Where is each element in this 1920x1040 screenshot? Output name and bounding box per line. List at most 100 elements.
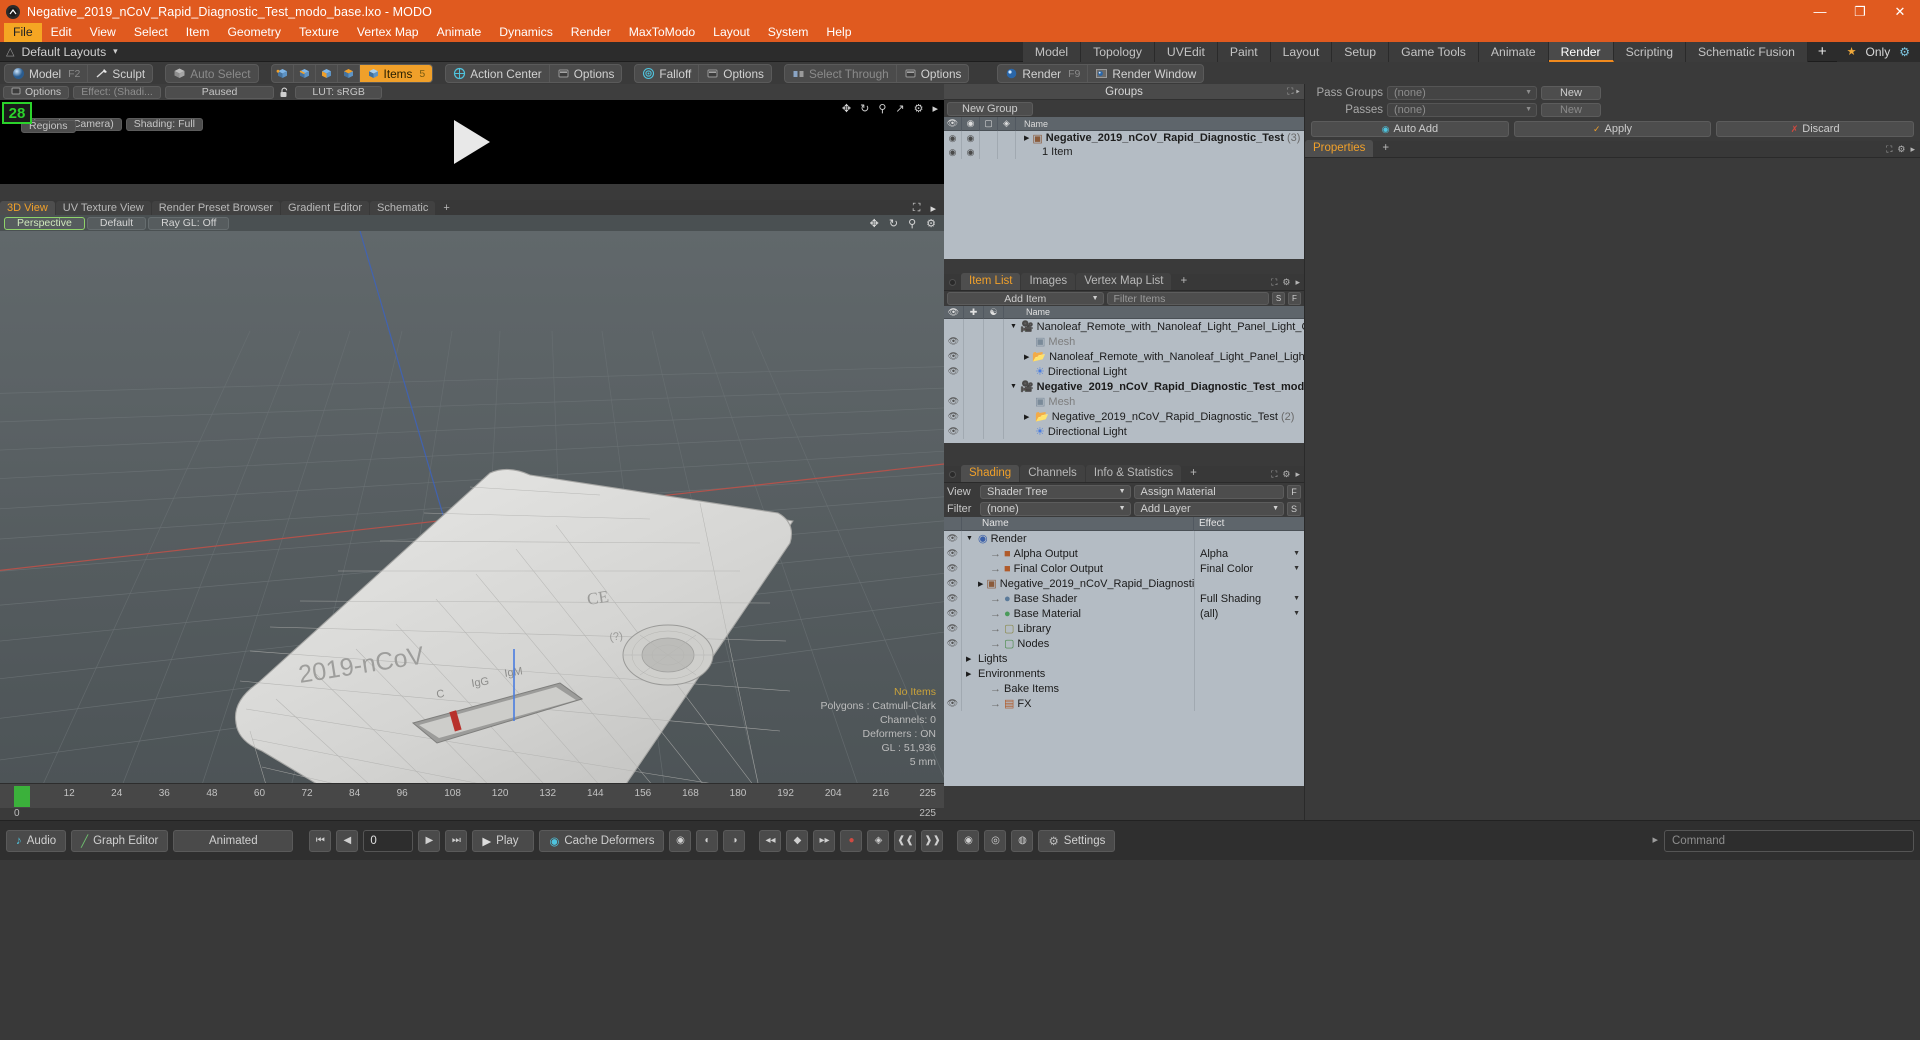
move-icon-vp[interactable]: ✥ [870,217,879,230]
chevron-down-icon[interactable]: ▾ [113,46,118,57]
add-properties-tab-button[interactable]: + [1374,140,1397,157]
render-preview-options-button[interactable]: Options [3,85,70,99]
shading-f-button[interactable]: F [1287,484,1301,499]
item-list-collapse-dot[interactable] [949,279,956,286]
groups-row-toggle[interactable]: ◉ [944,131,962,145]
vertex-mode-icon[interactable] [272,65,294,82]
key-prev-button[interactable]: ◂◂ [759,829,782,852]
select-through-button[interactable]: Select Through [785,65,897,82]
viewport-tab-render-preset-browser[interactable]: Render Preset Browser [151,201,281,215]
shading-row[interactable]: 👁 → ▢ Library [944,621,1304,636]
shading-visibility-toggle[interactable]: 👁 [944,606,962,621]
shading-row[interactable]: 👁 → ▤ FX [944,696,1304,711]
menu-dynamics[interactable]: Dynamics [490,23,562,42]
layout-tab-scripting[interactable]: Scripting [1613,41,1687,62]
item-list-row[interactable]: ▼ 🎥 Nanoleaf_Remote_with_Nanoleaf_Light_Pa… [944,319,1304,334]
onion-skin-button[interactable]: ◎ [984,829,1007,852]
shading-row[interactable]: 👁 → ● Base Material (all) ▼ [944,606,1304,621]
item-axis-toggle[interactable] [984,334,1004,349]
only-label[interactable]: Only [1866,45,1891,59]
item-list-expand-icon[interactable]: ⛶ [1271,277,1277,288]
gear-icon-rp[interactable]: ⚙ [914,102,924,115]
key-next-button[interactable]: ▸▸ [813,829,836,852]
viewport-chip-ray-gl-off[interactable]: Ray GL: Off [148,216,230,230]
layout-tab-layout[interactable]: Layout [1270,41,1333,62]
shading-row-effect[interactable]: Full Shading ▼ [1194,591,1304,606]
item-list-add-tab-button[interactable]: + [1172,273,1195,290]
shading-tab-shading[interactable]: Shading [961,465,1020,482]
render-button[interactable]: Render F9 [998,65,1089,82]
menu-help[interactable]: Help [817,23,860,42]
sculpt-mode-button[interactable]: Sculpt [88,65,152,82]
item-lock-toggle[interactable] [964,379,984,394]
viewport-expand-icon[interactable]: ⛶ [913,202,921,215]
item-visibility-toggle[interactable]: 👁 [944,424,964,439]
expander-icon[interactable]: ▶ [966,655,975,663]
deform-toggle-2[interactable]: ◐ [696,829,719,852]
shading-row-effect[interactable]: (all) ▼ [1194,606,1304,621]
shading-row-effect[interactable] [1194,576,1304,591]
item-lock-toggle[interactable] [964,424,984,439]
item-list-row[interactable]: 👁 ▣ Mesh [944,394,1304,409]
shader-tree-select[interactable]: Shader Tree ▼ [980,484,1131,499]
falloff-options-button[interactable]: Options [699,65,771,82]
shading-row-effect[interactable]: Alpha ▼ [1194,546,1304,561]
action-center-button[interactable]: Action Center [446,65,550,82]
tab-properties[interactable]: Properties [1305,140,1374,157]
shading-menu-icon[interactable]: ▸ [1295,469,1300,480]
expander-icon[interactable]: ▼ [1010,383,1017,390]
item-visibility-toggle[interactable]: 👁 [944,394,964,409]
settings-button[interactable]: ⚙ Settings [1038,829,1116,852]
shading-row[interactable]: → Bake Items [944,681,1304,696]
groups-row-toggle[interactable]: ◉ [944,145,962,159]
apply-button[interactable]: ✓ Apply [1513,121,1712,137]
expander-icon[interactable]: ▶ [1024,353,1029,361]
shading-visibility-toggle[interactable]: 👁 [944,636,962,651]
shading-visibility-toggle[interactable] [944,666,962,681]
polygon-mode-icon[interactable] [316,65,338,82]
render-preview-paused-button[interactable]: Paused [164,85,275,99]
star-icon[interactable]: ★ [1847,45,1857,58]
menu-geometry[interactable]: Geometry [218,23,290,42]
layout-tab-topology[interactable]: Topology [1081,41,1155,62]
groups-row-toggle[interactable] [980,145,998,159]
item-lock-toggle[interactable] [964,349,984,364]
shading-tab-info-statistics[interactable]: Info & Statistics [1085,465,1182,482]
gear-icon[interactable]: ⚙ [1899,45,1910,59]
falloff-button[interactable]: Falloff [635,65,700,82]
play-button[interactable]: ▶ Play [472,829,535,852]
current-frame-input[interactable]: 0 [363,829,414,852]
render-preview-lut-button[interactable]: LUT: sRGB [295,85,382,99]
shading-visibility-toggle[interactable]: 👁 [944,591,962,606]
menu-item[interactable]: Item [177,23,219,42]
new-pass-group-button[interactable]: New [1541,85,1601,100]
menu-system[interactable]: System [759,23,818,42]
ghost-button[interactable]: ◉ [957,829,980,852]
item-list-s-button[interactable]: S [1272,292,1285,305]
zoom-icon-vp[interactable]: ⚲ [908,217,916,230]
render-preview-effect-button[interactable]: Effect: (Shadi... [73,85,161,99]
gear-icon-vp[interactable]: ⚙ [926,217,936,230]
viewport-tab--d-view[interactable]: 3D View [0,201,55,215]
shading-full-chip[interactable]: Shading: Full [125,118,203,131]
fit-icon[interactable]: ↗ [895,102,904,115]
shading-visibility-toggle[interactable] [944,651,962,666]
timeline-playhead[interactable] [14,786,30,807]
shading-visibility-toggle[interactable]: 👁 [944,531,962,546]
action-center-options-button[interactable]: Options [550,65,622,82]
items-mode-button[interactable]: Items 5 [359,65,433,82]
new-group-button[interactable]: New Group [947,101,1033,116]
expander-icon[interactable]: ▶ [1024,134,1029,142]
menu-layout[interactable]: Layout [704,23,759,42]
assign-material-button[interactable]: Assign Material [1133,484,1284,499]
groups-panel-controls[interactable]: ⛶ ▸ [1287,86,1300,97]
shading-collapse-dot[interactable] [949,471,956,478]
layout-tab-paint[interactable]: Paint [1217,41,1271,62]
groups-row-toggle[interactable]: ◉ [962,131,980,145]
item-list-row[interactable]: 👁 ▣ Mesh [944,334,1304,349]
add-layer-button[interactable]: Add Layer ▼ [1133,501,1284,516]
shading-gear-icon[interactable]: ⚙ [1282,469,1290,480]
item-list-row[interactable]: 👁 ▶ 📂 Negative_2019_nCoV_Rapid_Diagnostic_T… [944,409,1304,424]
eye-icon-items[interactable]: 👁 [944,305,964,319]
graph-editor-button[interactable]: ╱ Graph Editor [71,829,169,852]
